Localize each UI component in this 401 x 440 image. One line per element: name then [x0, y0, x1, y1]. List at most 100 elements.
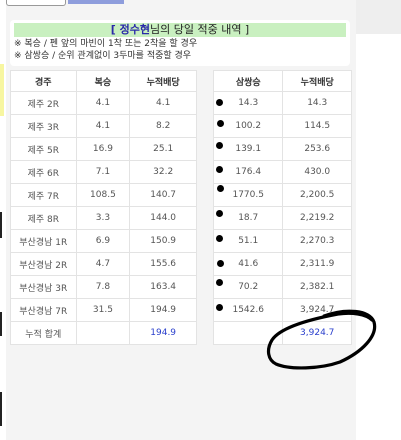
table-row: 176.4 430.0: [212, 160, 352, 184]
cumulative-cell: 144.0: [129, 206, 197, 230]
table-row: 부산경남 3R 7.8 163.4: [10, 275, 197, 299]
left-highlight-strip: [0, 64, 4, 116]
header-cumulative: 누적배당: [129, 70, 197, 92]
table-row: 41.6 2,311.9: [212, 252, 352, 276]
table-row: 1770.5 2,200.5: [212, 183, 352, 207]
header-trifecta: 삼쌍승: [212, 70, 284, 92]
cumulative-cell: 253.6: [282, 137, 352, 161]
quinella-cell: 6.9: [75, 229, 131, 253]
top-link[interactable]: [68, 0, 124, 4]
trifecta-cell: 176.4: [212, 160, 284, 184]
annotation-dot: [217, 120, 224, 127]
left-edge-mark: [0, 212, 2, 238]
left-edge-mark: [0, 392, 2, 426]
user-name: 정수현: [119, 23, 150, 36]
cumulative-cell: 2,311.9: [282, 252, 352, 276]
cumulative-cell: 430.0: [282, 160, 352, 184]
note-line-1: ※ 복승 / 펜 앞의 마빈이 1착 또는 2착을 할 경우: [14, 39, 198, 49]
race-cell: 제주 6R: [10, 160, 77, 184]
cumulative-cell: 32.2: [129, 160, 197, 184]
quinella-cell: 7.8: [75, 275, 131, 299]
trifecta-table: 삼쌍승 누적배당 14.3 14.3 100.2 114.5 139.1 253.6 176…: [212, 70, 352, 345]
total-value: 194.9: [129, 321, 197, 345]
trifecta-cell: 14.3: [212, 91, 284, 115]
cumulative-cell: 25.1: [129, 137, 197, 161]
total-empty: [75, 321, 131, 345]
trifecta-cell: 51.1: [212, 229, 284, 253]
table-row: 14.3 14.3: [212, 91, 352, 115]
cumulative-cell: 2,219.2: [282, 206, 352, 230]
table-row: 70.2 2,382.1: [212, 275, 352, 299]
cumulative-cell: 8.2: [129, 114, 197, 138]
cumulative-cell: 2,382.1: [282, 275, 352, 299]
quinella-cell: 4.1: [75, 91, 131, 115]
table-row: 100.2 114.5: [212, 114, 352, 138]
table-row: 51.1 2,270.3: [212, 229, 352, 253]
race-cell: 제주 8R: [10, 206, 77, 230]
annotation-dot: [216, 304, 223, 311]
cumulative-cell: 114.5: [282, 114, 352, 138]
header-quinella: 복승: [75, 70, 131, 92]
annotation-dot: [216, 279, 223, 286]
race-cell: 부산경남 1R: [10, 229, 77, 253]
annotation-dot: [216, 99, 223, 106]
trifecta-cell: 100.2: [212, 114, 284, 138]
table-row: 부산경남 7R 31.5 194.9: [10, 298, 197, 322]
total-row: 누적 합계 194.9: [10, 321, 197, 345]
total-label: 누적 합계: [10, 321, 77, 345]
race-cell: 부산경남 2R: [10, 252, 77, 276]
quinella-cell: 3.3: [75, 206, 131, 230]
handwritten-circle-annotation: [266, 309, 377, 370]
note-line-2: ※ 삼쌍승 / 순위 관계없이 3두마를 적중할 경우: [14, 51, 192, 61]
quinella-cell: 31.5: [75, 298, 131, 322]
cumulative-cell: 2,200.5: [282, 183, 352, 207]
cumulative-cell: 14.3: [282, 91, 352, 115]
table-row: 제주 7R 108.5 140.7: [10, 183, 197, 207]
quinella-cell: 7.1: [75, 160, 131, 184]
left-edge-mark: [0, 312, 2, 336]
annotation-dot: [216, 235, 223, 242]
annotation-dot: [217, 185, 224, 192]
race-cell: 제주 5R: [10, 137, 77, 161]
cumulative-cell: 163.4: [129, 275, 197, 299]
notice-title: [ 정수현님의 당일 적중 내역 ]: [14, 23, 346, 37]
table-row: 부산경남 1R 6.9 150.9: [10, 229, 197, 253]
cumulative-cell: 4.1: [129, 91, 197, 115]
race-cell: 제주 7R: [10, 183, 77, 207]
quinella-table: 경주 복승 누적배당 제주 2R 4.1 4.1 제주 3R 4.1 8.2 제주 5R 16…: [10, 70, 197, 345]
table-row: 제주 5R 16.9 25.1: [10, 137, 197, 161]
table-header-row: 경주 복승 누적배당: [10, 70, 197, 92]
race-cell: 제주 2R: [10, 91, 77, 115]
table-row: 부산경남 2R 4.7 155.6: [10, 252, 197, 276]
cumulative-cell: 2,270.3: [282, 229, 352, 253]
race-cell: 제주 3R: [10, 114, 77, 138]
trifecta-cell: 18.7: [212, 206, 284, 230]
table-header-row: 삼쌍승 누적배당: [212, 70, 352, 92]
table-row: 18.7 2,219.2: [212, 206, 352, 230]
table-row: 제주 3R 4.1 8.2: [10, 114, 197, 138]
quinella-cell: 108.5: [75, 183, 131, 207]
right-side-panel: [356, 0, 401, 34]
title-suffix: 님의 당일 적중 내역 ]: [149, 23, 250, 36]
hit-summary-notice: [ 정수현님의 당일 적중 내역 ] ※ 복승 / 펜 앞의 마빈이 1착 또는…: [10, 20, 350, 66]
trifecta-cell: 139.1: [212, 137, 284, 161]
table-row: 제주 2R 4.1 4.1: [10, 91, 197, 115]
trifecta-cell: 70.2: [212, 275, 284, 299]
cumulative-cell: 155.6: [129, 252, 197, 276]
annotation-dot: [216, 142, 223, 149]
table-row: 제주 8R 3.3 144.0: [10, 206, 197, 230]
race-cell: 부산경남 3R: [10, 275, 77, 299]
table-row: 139.1 253.6: [212, 137, 352, 161]
table-row: 제주 6R 7.1 32.2: [10, 160, 197, 184]
race-cell: 부산경남 7R: [10, 298, 77, 322]
cumulative-cell: 150.9: [129, 229, 197, 253]
header-race: 경주: [10, 70, 77, 92]
quinella-cell: 4.7: [75, 252, 131, 276]
header-cumulative: 누적배당: [282, 70, 352, 92]
quinella-cell: 4.1: [75, 114, 131, 138]
cumulative-cell: 194.9: [129, 298, 197, 322]
top-button[interactable]: [6, 0, 66, 6]
annotation-dot: [216, 210, 223, 217]
cumulative-cell: 140.7: [129, 183, 197, 207]
annotation-dot: [216, 166, 223, 173]
